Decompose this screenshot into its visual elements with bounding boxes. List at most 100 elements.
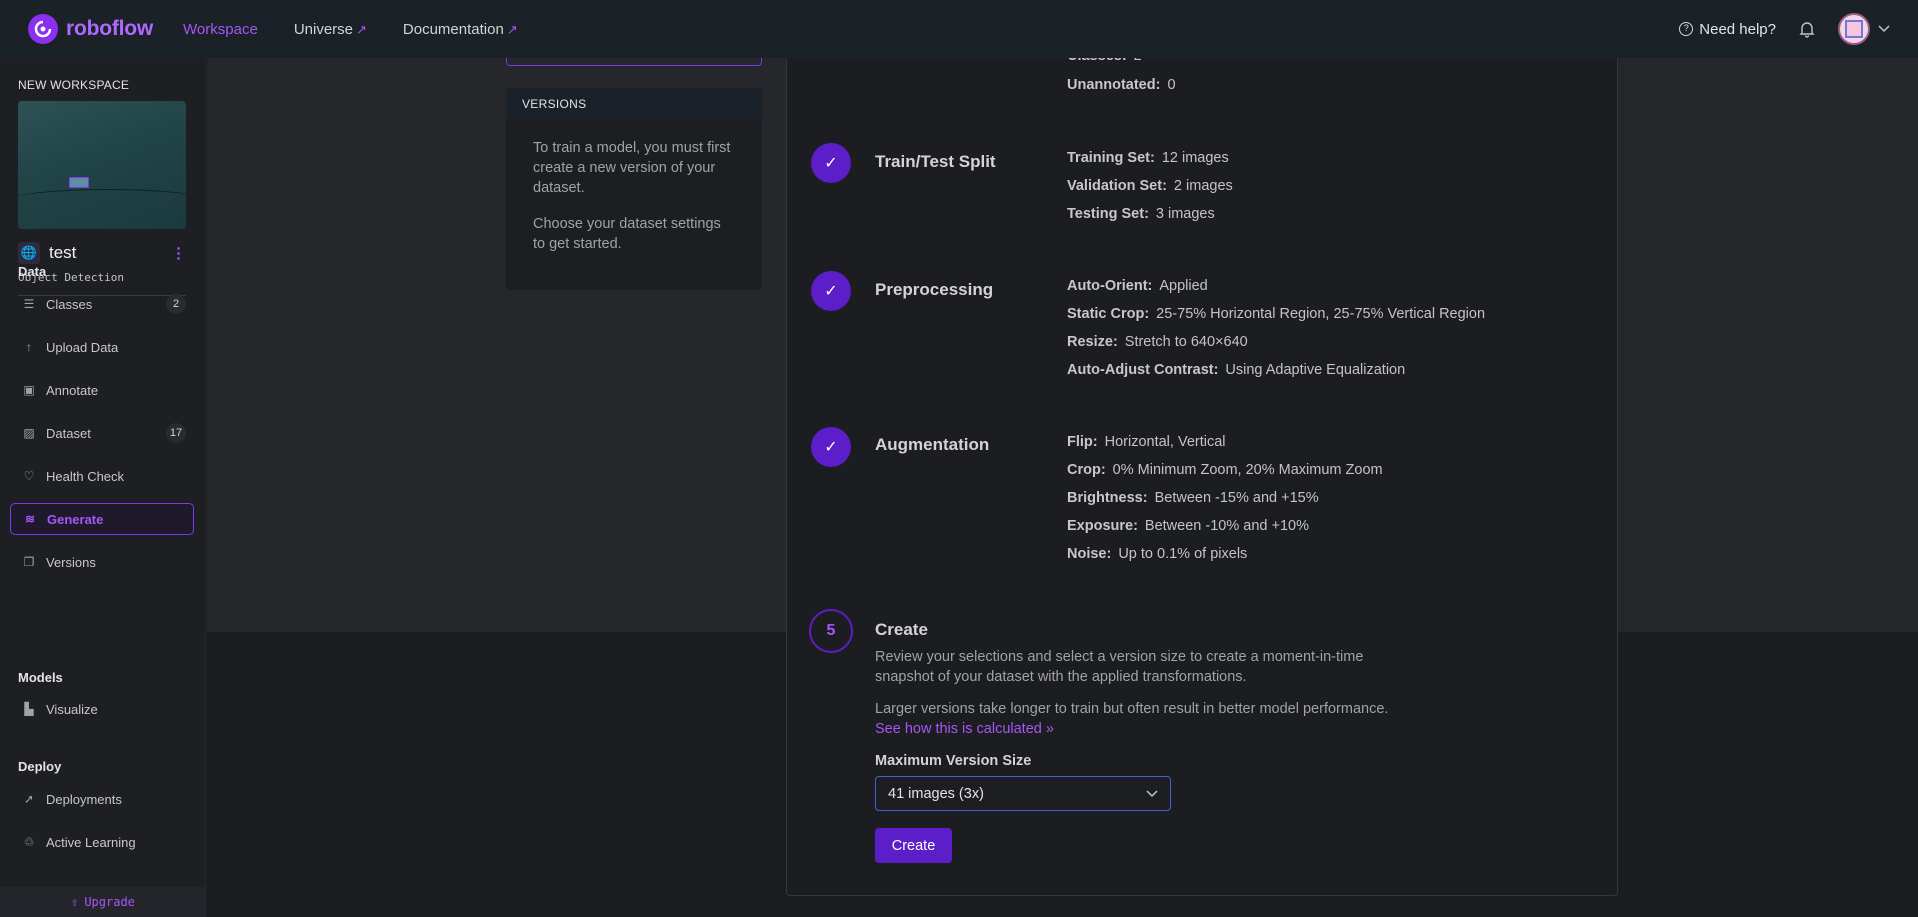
see-how-calculated-link[interactable]: See how this is calculated » (875, 721, 1054, 737)
nav-documentation[interactable]: Documentation ↗ (403, 21, 518, 38)
sidebar-item-upload-data[interactable]: ↑ Upload Data (10, 331, 194, 363)
nav-universe[interactable]: Universe ↗ (294, 21, 367, 38)
create-size-note: Larger versions take longer to train but… (875, 699, 1415, 739)
upgrade-icon: ⇪ (71, 895, 79, 909)
count-badge: 17 (166, 423, 186, 443)
check-icon: ✓ (811, 271, 851, 311)
sidebar-item-label: Visualize (46, 701, 98, 717)
nav-workspace[interactable]: Workspace (183, 21, 258, 38)
augmentation-value: 0% Minimum Zoom, 20% Maximum Zoom (1112, 462, 1383, 478)
upload-icon: ↑ (26, 340, 32, 354)
preprocessing-value: Using Adaptive Equalization (1225, 362, 1406, 378)
section-title-models: Models (18, 670, 63, 685)
sidebar-item-active-learning[interactable]: ♲ Active Learning (10, 826, 194, 858)
preprocessing-value: 25-75% Horizontal Region, 25-75% Vertica… (1156, 306, 1486, 322)
images-icon: ▨ (23, 426, 35, 440)
max-version-size-select[interactable]: 41 images (3x) (875, 776, 1171, 811)
double-chevron-right-icon: » (1045, 721, 1054, 737)
unannotated-value: 0 (1167, 77, 1176, 93)
augmentation-value: Between -15% and +15% (1154, 490, 1319, 506)
create-description: Review your selections and select a vers… (875, 649, 1364, 685)
split-key: Validation Set: (1067, 178, 1167, 194)
augmentation-row: Exposure: Between -10% and +10% (1067, 518, 1309, 534)
augmentation-key: Noise: (1067, 546, 1112, 562)
augmentation-row: Noise: Up to 0.1% of pixels (1067, 546, 1247, 562)
upgrade-label: Upgrade (84, 895, 135, 909)
sidebar-item-annotate[interactable]: ▣ Annotate (10, 374, 194, 406)
split-key: Testing Set: (1067, 206, 1149, 222)
create-size-note-text: Larger versions take longer to train but… (875, 701, 1389, 717)
step-title-split: Train/Test Split (875, 152, 996, 171)
augmentation-key: Exposure: (1067, 518, 1138, 534)
account-menu[interactable] (1838, 13, 1890, 45)
external-link-icon: ↗ (356, 21, 367, 37)
roboflow-logo-icon (28, 14, 58, 44)
preprocessing-key: Static Crop: (1067, 306, 1150, 322)
sidebar-item-label: Deployments (46, 791, 122, 807)
split-row: Validation Set: 2 images (1067, 178, 1233, 194)
roboflow-logo[interactable]: roboflow (28, 14, 153, 44)
more-options-icon[interactable]: ⋮ (171, 244, 186, 262)
preprocessing-key: Resize: (1067, 334, 1118, 350)
preprocessing-value: Applied (1159, 278, 1208, 294)
unannotated-key: Unannotated: (1067, 77, 1161, 93)
split-key: Training Set: (1067, 150, 1155, 166)
sidebar-item-label: Health Check (46, 468, 125, 484)
check-icon: ✓ (811, 427, 851, 467)
link-label: See how this is calculated (875, 721, 1042, 737)
count-badge: 2 (166, 294, 186, 314)
upgrade-button[interactable]: ⇪ Upgrade (0, 887, 206, 917)
layers-icon: ≋ (24, 512, 36, 526)
recycle-icon: ♲ (23, 835, 35, 849)
sidebar-item-classes[interactable]: ☰ Classes 2 (10, 288, 194, 320)
select-value: 41 images (3x) (888, 785, 984, 802)
split-value: 12 images (1161, 150, 1229, 166)
heart-icon: ♡ (23, 469, 35, 483)
preprocessing-value: Stretch to 640×640 (1124, 334, 1248, 350)
project-thumbnail[interactable] (18, 101, 186, 229)
augmentation-row: Brightness: Between -15% and +15% (1067, 490, 1319, 506)
workspace-label[interactable]: NEW WORKSPACE (18, 78, 129, 92)
augmentation-key: Brightness: (1067, 490, 1148, 506)
sidebar-item-label: Dataset (46, 425, 91, 441)
help-icon: ? (1679, 22, 1694, 36)
sidebar-item-health-check[interactable]: ♡ Health Check (10, 460, 194, 492)
chevron-down-icon (1146, 789, 1158, 797)
need-help-button[interactable]: ? Need help? (1679, 21, 1776, 38)
versions-hint: Choose your dataset settings to get star… (533, 216, 721, 252)
bell-icon[interactable] (1798, 20, 1816, 38)
preprocessing-key: Auto-Orient: (1067, 278, 1153, 294)
sidebar-item-visualize[interactable]: ▙ Visualize (10, 693, 194, 725)
main-nav: Workspace Universe ↗ Documentation ↗ (183, 21, 518, 38)
sidebar-item-generate[interactable]: ≋ Generate (10, 503, 194, 535)
sidebar-item-label: Annotate (46, 382, 99, 398)
augmentation-value: Up to 0.1% of pixels (1118, 546, 1248, 562)
step-title-preprocessing: Preprocessing (875, 280, 994, 299)
augmentation-key: Flip: (1067, 434, 1098, 450)
augmentation-key: Crop: (1067, 462, 1106, 478)
step-title-augmentation: Augmentation (875, 435, 990, 454)
sidebar-item-label: Active Learning (46, 834, 136, 850)
section-title-deploy: Deploy (18, 759, 62, 774)
sidebar-item-versions[interactable]: ❐ Versions (10, 546, 194, 578)
external-link-icon: ↗ (506, 21, 518, 37)
create-button[interactable]: Create (875, 828, 952, 863)
preprocessing-key: Auto-Adjust Contrast: (1067, 362, 1219, 378)
check-icon: ✓ (811, 143, 851, 183)
max-version-size-label: Maximum Version Size (875, 753, 1032, 769)
need-help-label: Need help? (1699, 20, 1776, 38)
brand-name: roboflow (66, 17, 154, 40)
list-icon: ☰ (23, 297, 35, 311)
sidebar-item-dataset[interactable]: ▨ Dataset 17 (10, 417, 194, 449)
unannotated-row: Unannotated: 0 (1067, 77, 1176, 93)
sidebar-item-label: Generate (47, 511, 104, 527)
sidebar-item-deployments[interactable]: ➚ Deployments (10, 783, 194, 815)
chart-icon: ▙ (24, 702, 34, 716)
sidebar-item-label: Versions (46, 554, 96, 570)
augmentation-value: Between -10% and +10% (1144, 518, 1309, 534)
section-title-data: Data (18, 264, 47, 279)
project-name: test (49, 243, 77, 262)
preprocessing-row: Auto-Adjust Contrast: Using Adaptive Equa… (1067, 362, 1405, 378)
split-row: Testing Set: 3 images (1067, 206, 1215, 222)
augmentation-value: Horizontal, Vertical (1104, 434, 1226, 450)
